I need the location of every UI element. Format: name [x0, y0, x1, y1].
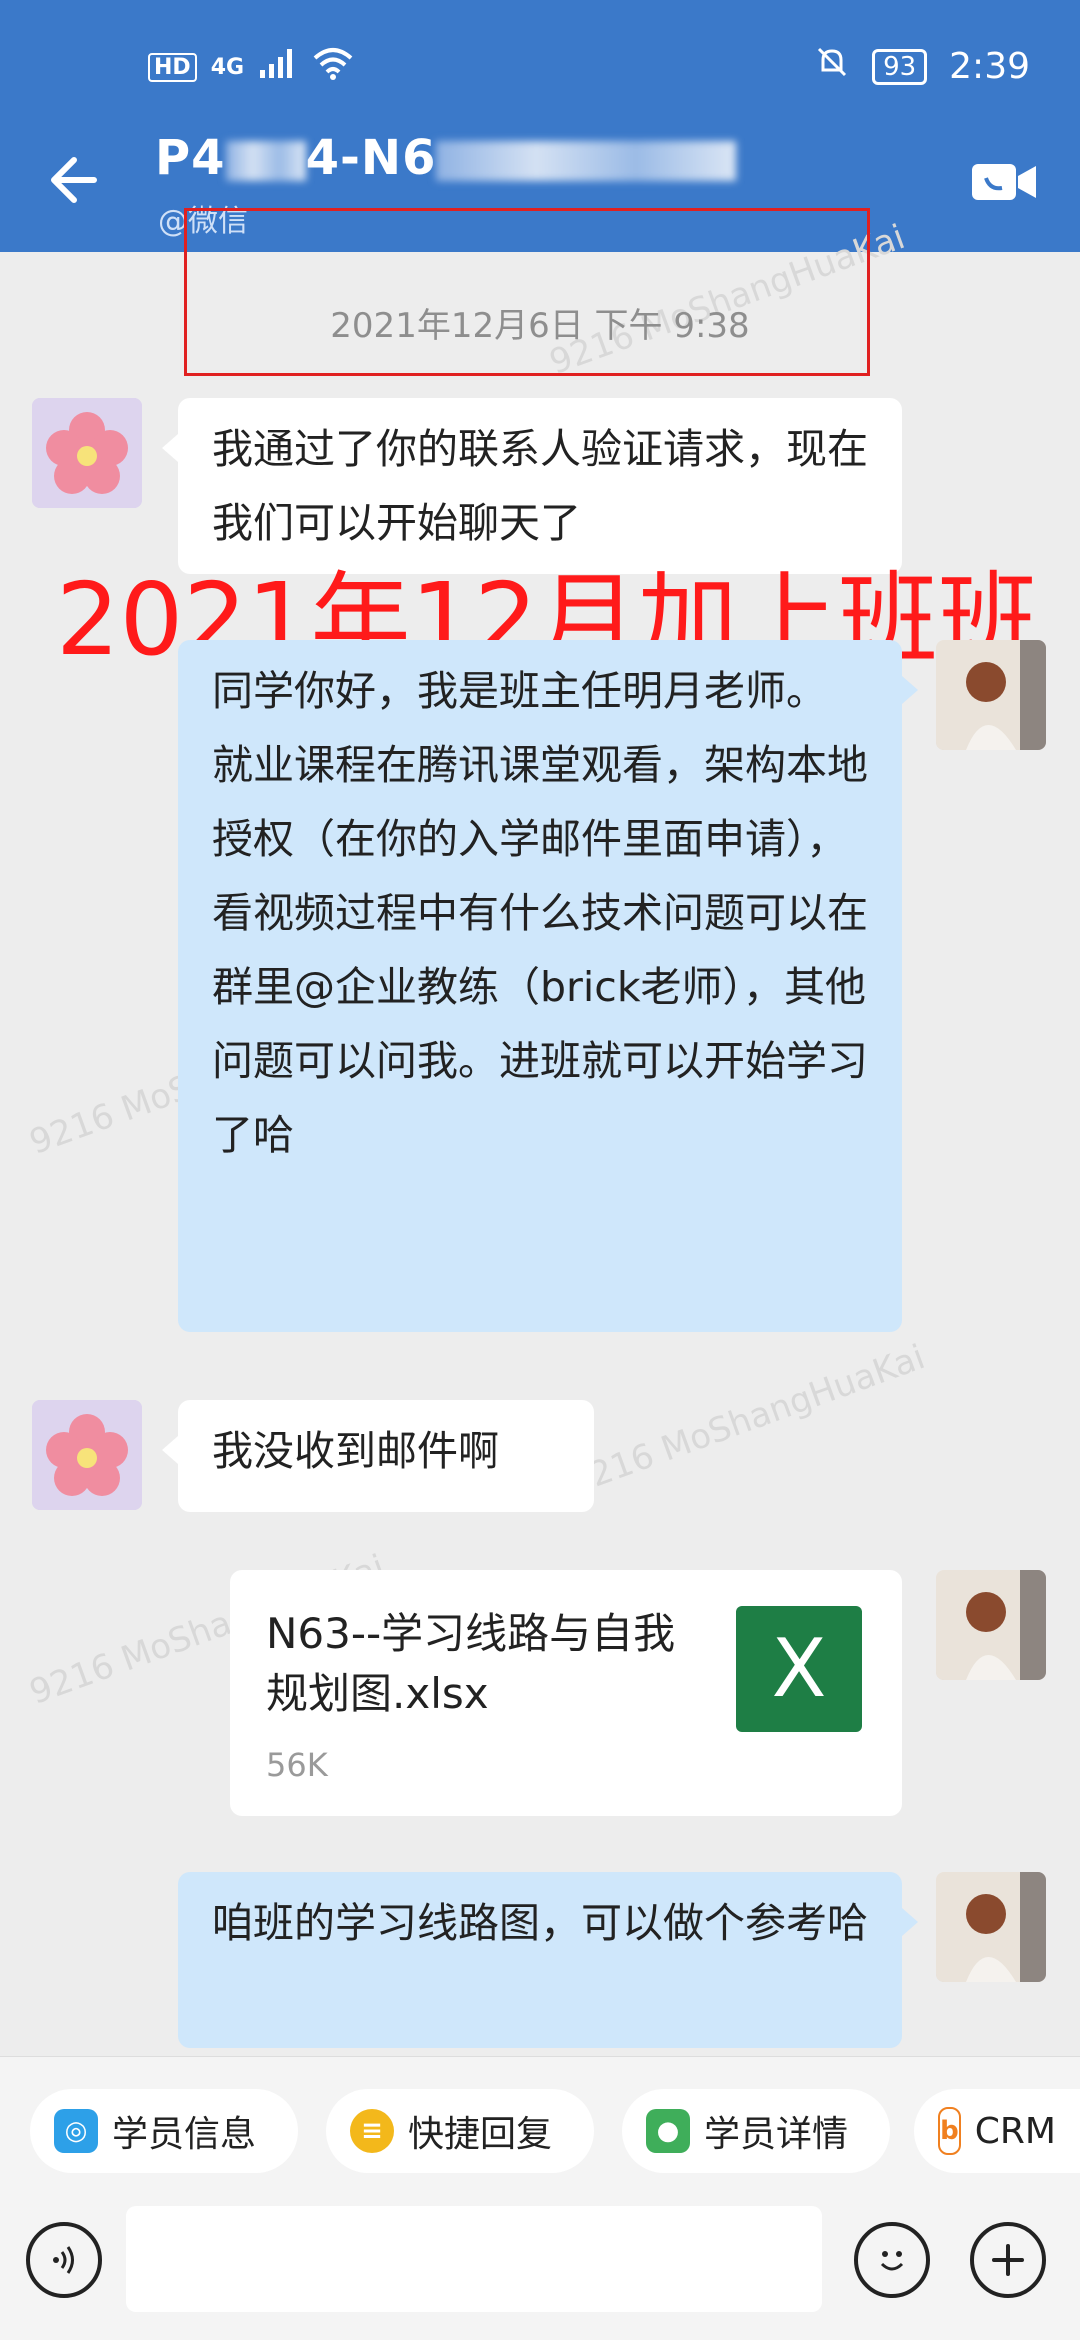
crm-chip[interactable]: b CRM	[914, 2089, 1080, 2173]
chat-title: P4 4-N6	[155, 130, 737, 186]
chip-label: 快捷回复	[408, 2114, 553, 2155]
contact-avatar[interactable]	[32, 398, 142, 508]
chip-label: 学员信息	[112, 2114, 257, 2155]
status-right: 93 2:39	[814, 44, 1030, 89]
quick-action-bar: ◎ 学员信息 ≡ 快捷回复 ● 学员详情 b CRM	[0, 2056, 1080, 2207]
network-indicator: 4G	[210, 54, 245, 80]
hd-indicator: HD	[148, 52, 197, 82]
message-input[interactable]	[126, 2206, 822, 2312]
clock: 2:39	[949, 46, 1030, 87]
person-icon: ●	[646, 2109, 690, 2153]
message-bubble-outgoing[interactable]: 咱班的学习线路图，可以做个参考哈	[178, 1872, 918, 2048]
student-details-chip[interactable]: ● 学员详情	[622, 2089, 890, 2173]
emoji-icon[interactable]	[854, 2222, 930, 2298]
user-avatar[interactable]	[936, 1872, 1046, 1982]
mute-bell-icon	[814, 44, 850, 89]
user-avatar[interactable]	[936, 640, 1046, 750]
chip-label: CRM	[974, 2110, 1056, 2152]
file-message[interactable]: N63--学习线路与自我规划图.xlsx 56K X	[230, 1570, 902, 1816]
title-mid: 4-N6	[305, 130, 437, 186]
chat-timestamp: 2021年12月6日 下午 9:38	[330, 306, 750, 346]
title-prefix: P4	[155, 130, 226, 186]
voice-input-icon[interactable]	[26, 2222, 102, 2298]
file-name: N63--学习线路与自我规划图.xlsx	[266, 1609, 676, 1718]
redacted-block	[436, 141, 737, 181]
watermark: 9216 MoShangHuaKai	[564, 1337, 931, 1503]
quick-reply-chip[interactable]: ≡ 快捷回复	[326, 2089, 594, 2173]
signal-icon	[258, 46, 298, 88]
contact-avatar[interactable]	[32, 1400, 142, 1510]
wifi-icon	[312, 46, 354, 88]
file-size: 56K	[266, 1746, 328, 1784]
crm-icon: b	[938, 2107, 961, 2155]
video-call-icon[interactable]	[970, 158, 1040, 206]
message-bubble-outgoing[interactable]: 同学你好，我是班主任明月老师。 就业课程在腾讯课堂观看，架构本地授权（在你的入学…	[178, 640, 918, 1332]
status-left: HD 4G	[148, 46, 354, 88]
quick-reply-icon: ≡	[350, 2109, 394, 2153]
message-bubble-incoming[interactable]: 我没收到邮件啊	[162, 1400, 594, 1512]
student-info-chip[interactable]: ◎ 学员信息	[30, 2089, 298, 2173]
chip-label: 学员详情	[704, 2114, 849, 2155]
plus-icon[interactable]	[970, 2222, 1046, 2298]
student-info-icon: ◎	[54, 2109, 98, 2153]
back-arrow-icon[interactable]	[40, 150, 100, 221]
status-bar: HD 4G 93 2:39	[0, 0, 1080, 130]
battery-indicator: 93	[872, 48, 928, 85]
annotation-box	[184, 208, 870, 376]
excel-file-icon: X	[736, 1606, 862, 1732]
redacted-block	[225, 141, 306, 181]
user-avatar[interactable]	[936, 1570, 1046, 1680]
